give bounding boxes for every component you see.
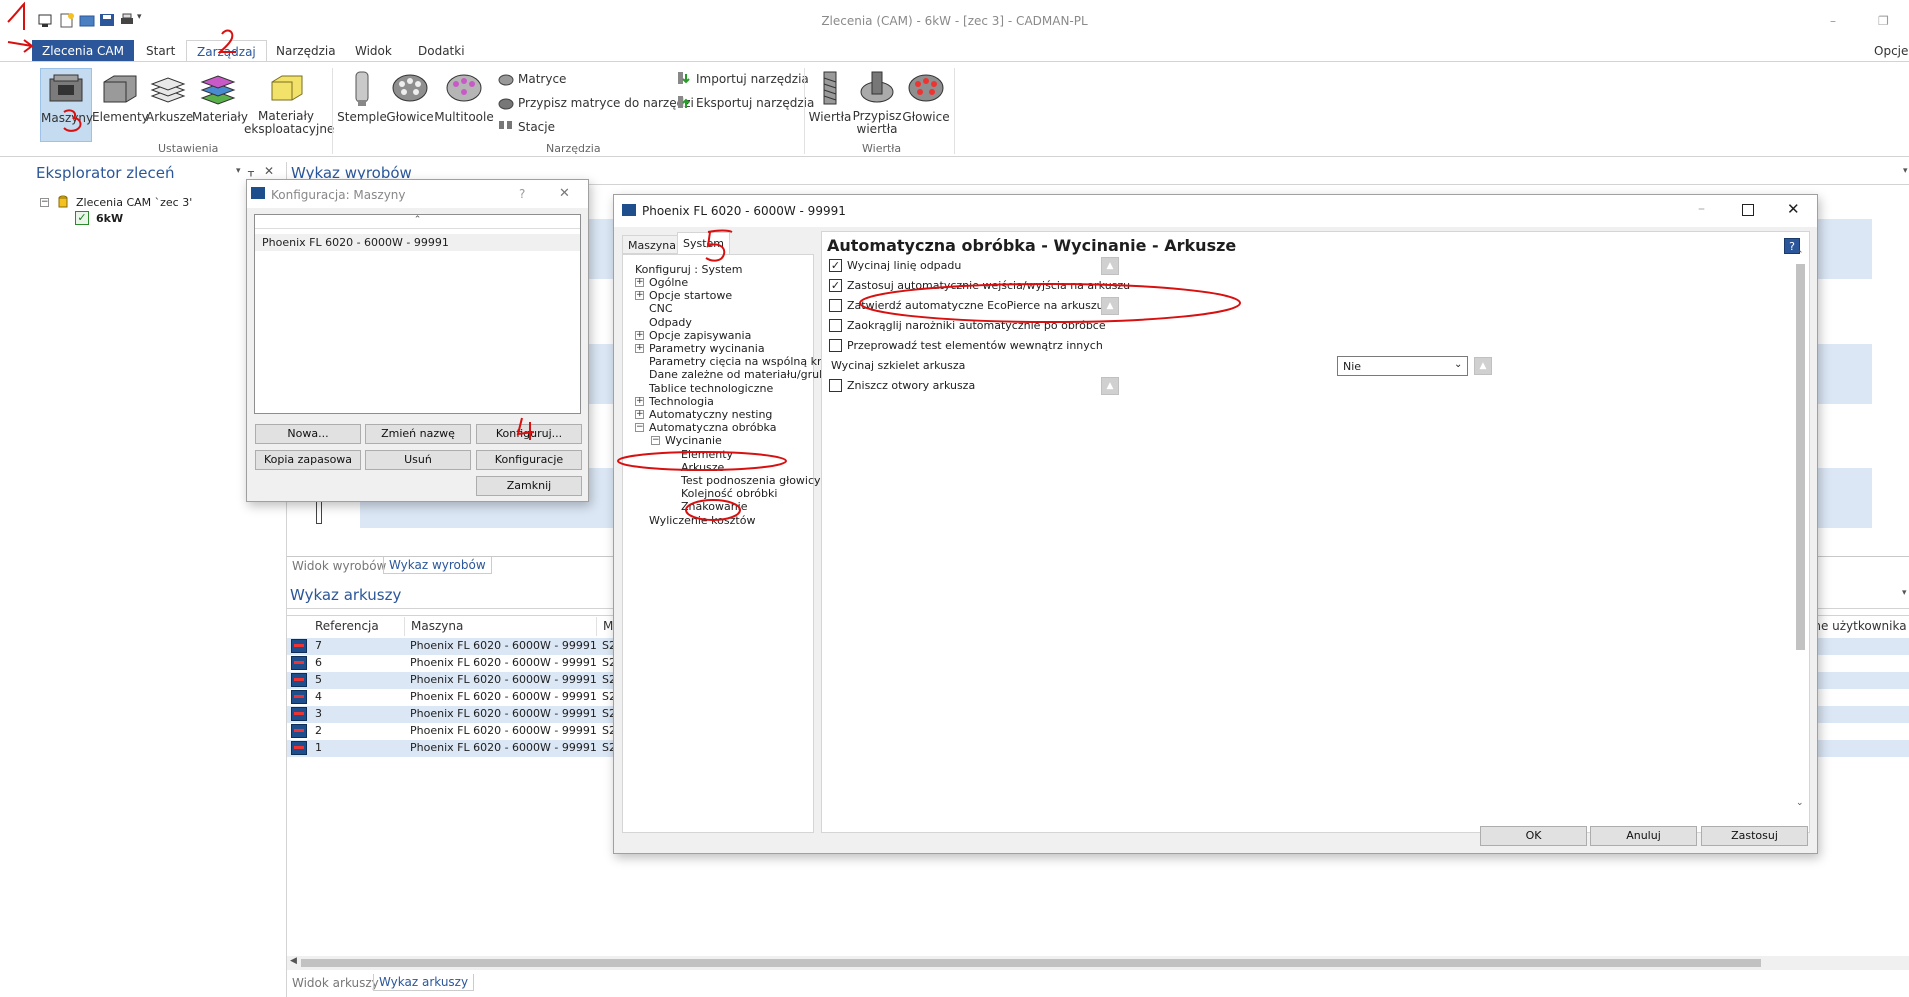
annotation-strokes (7, 1, 1241, 521)
annotation-overlay (7, 1, 1241, 521)
